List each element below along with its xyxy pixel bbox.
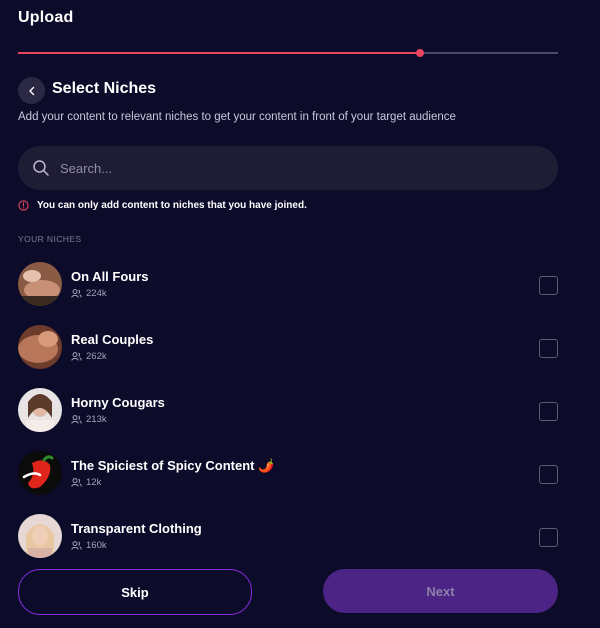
niche-name: Transparent Clothing <box>71 521 202 536</box>
member-count: 224k <box>71 288 107 299</box>
niche-name: Horny Cougars <box>71 395 165 410</box>
users-icon <box>71 415 82 424</box>
niche-item[interactable]: Horny Cougars 213k <box>18 386 558 449</box>
search-bar[interactable] <box>18 146 558 190</box>
join-notice: You can only add content to niches that … <box>18 200 307 211</box>
next-button[interactable]: Next <box>323 569 558 613</box>
niche-item[interactable]: Real Couples 262k <box>18 323 558 386</box>
step-heading: Select Niches <box>52 80 157 97</box>
niche-avatar <box>18 451 62 495</box>
info-icon <box>18 200 29 211</box>
member-count: 12k <box>71 477 101 488</box>
upload-progress-bar <box>18 49 558 57</box>
member-count-value: 262k <box>86 351 107 362</box>
niche-checkbox[interactable] <box>539 276 558 295</box>
niche-name: On All Fours <box>71 269 149 284</box>
users-icon <box>71 289 82 298</box>
niche-checkbox[interactable] <box>539 339 558 358</box>
users-icon <box>71 478 82 487</box>
users-icon <box>71 541 82 550</box>
member-count: 213k <box>71 414 107 425</box>
member-count-value: 224k <box>86 288 107 299</box>
chevron-left-icon <box>28 86 34 95</box>
niche-avatar <box>18 388 62 432</box>
users-icon <box>71 352 82 361</box>
member-count-value: 213k <box>86 414 107 425</box>
member-count: 262k <box>71 351 107 362</box>
niche-checkbox[interactable] <box>539 528 558 547</box>
member-count-value: 160k <box>86 540 107 551</box>
niche-list: On All Fours 224k Real Couples 262k Horn… <box>18 260 558 575</box>
section-label: YOUR NICHES <box>18 234 82 244</box>
skip-button[interactable]: Skip <box>18 569 252 615</box>
search-icon <box>33 160 49 176</box>
member-count-value: 12k <box>86 477 102 488</box>
step-subtitle: Add your content to relevant niches to g… <box>18 111 456 123</box>
footer-actions: Skip Next <box>0 562 600 628</box>
niche-checkbox[interactable] <box>539 402 558 421</box>
niche-avatar <box>18 514 62 558</box>
niche-avatar <box>18 325 62 369</box>
notice-text: You can only add content to niches that … <box>37 200 307 211</box>
member-count: 160k <box>71 540 107 551</box>
progress-handle <box>416 49 425 57</box>
niche-item[interactable]: On All Fours 224k <box>18 260 558 323</box>
back-button[interactable] <box>18 77 45 104</box>
page-title: Upload <box>18 9 74 26</box>
niche-name: Real Couples <box>71 332 154 347</box>
search-input[interactable] <box>58 159 532 177</box>
niche-checkbox[interactable] <box>539 465 558 484</box>
niche-item[interactable]: The Spiciest of Spicy Content 🌶️ 12k <box>18 449 558 512</box>
progress-fill <box>18 52 421 54</box>
niche-avatar <box>18 262 62 306</box>
niche-name: The Spiciest of Spicy Content 🌶️ <box>71 458 275 473</box>
